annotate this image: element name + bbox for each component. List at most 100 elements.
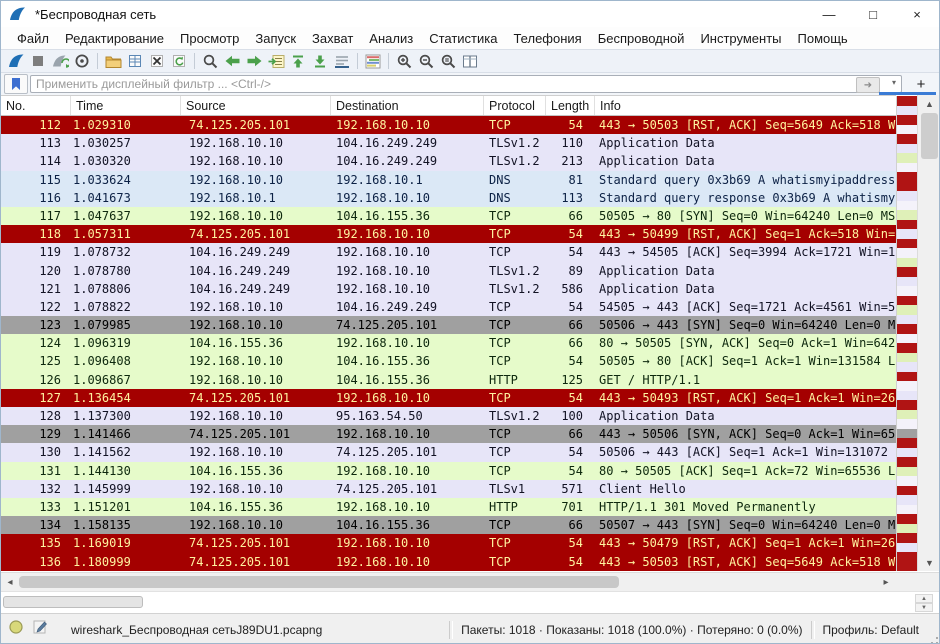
horizontal-scrollbar[interactable]: ◂ ▸	[1, 572, 940, 591]
packet-row[interactable]: 1251.096408192.168.10.10104.16.155.36TCP…	[1, 352, 896, 370]
filter-bookmark-icon[interactable]	[4, 74, 28, 94]
packet-row[interactable]: 1281.137300192.168.10.1095.163.54.50TLSv…	[1, 407, 896, 425]
cell-destination: 192.168.10.10	[331, 262, 484, 280]
packet-row[interactable]: 1211.078806104.16.249.249192.168.10.10TL…	[1, 280, 896, 298]
vertical-scrollbar-thumb[interactable]	[921, 113, 938, 159]
packet-row[interactable]: 1131.030257192.168.10.10104.16.249.249TL…	[1, 134, 896, 152]
packet-row[interactable]: 1221.078822192.168.10.10104.16.249.249TC…	[1, 298, 896, 316]
menu-item[interactable]: Беспроводной	[590, 29, 693, 48]
go-bottom-icon[interactable]	[309, 51, 331, 71]
menu-item[interactable]: Просмотр	[172, 29, 247, 48]
packet-row[interactable]: 1201.078780104.16.249.249192.168.10.10TL…	[1, 262, 896, 280]
cell-source: 192.168.10.10	[181, 207, 331, 225]
capture-options-icon[interactable]	[71, 51, 93, 71]
zoom-out-icon[interactable]	[415, 51, 437, 71]
packet-row[interactable]: 1351.16901974.125.205.101192.168.10.10TC…	[1, 534, 896, 552]
save-file-icon[interactable]	[124, 51, 146, 71]
go-back-icon[interactable]	[221, 51, 243, 71]
filter-dropdown-caret-icon[interactable]: ▾	[892, 78, 896, 87]
spinner-up-icon[interactable]: ▲	[915, 594, 933, 603]
cell-protocol: TCP	[484, 534, 546, 552]
reload-file-icon[interactable]	[168, 51, 190, 71]
packet-row[interactable]: 1271.13645474.125.205.101192.168.10.10TC…	[1, 389, 896, 407]
apply-filter-button[interactable]: ➜	[856, 77, 880, 93]
packet-row[interactable]: 1161.041673192.168.10.1192.168.10.10DNS1…	[1, 189, 896, 207]
menu-item[interactable]: Файл	[9, 29, 57, 48]
zoom-original-icon[interactable]	[437, 51, 459, 71]
open-file-icon[interactable]	[102, 51, 124, 71]
column-header[interactable]: Source	[181, 96, 331, 115]
scroll-left-icon[interactable]: ◂	[3, 575, 17, 589]
colorize-packets-icon[interactable]	[362, 51, 384, 71]
minimap-stripe	[897, 533, 917, 543]
restart-capture-icon[interactable]	[49, 51, 71, 71]
menu-item[interactable]: Анализ	[361, 29, 421, 48]
menu-item[interactable]: Инструменты	[692, 29, 789, 48]
packet-row[interactable]: 1151.033624192.168.10.10192.168.10.1DNS8…	[1, 171, 896, 189]
scroll-up-icon[interactable]: ▲	[918, 95, 940, 112]
menu-item[interactable]: Захват	[304, 29, 361, 48]
packet-row[interactable]: 1121.02931074.125.205.101192.168.10.10TC…	[1, 116, 896, 134]
menu-item[interactable]: Телефония	[505, 29, 589, 48]
capture-comment-icon[interactable]	[33, 620, 47, 639]
packet-row[interactable]: 1141.030320192.168.10.10104.16.249.249TL…	[1, 152, 896, 170]
menu-item[interactable]: Запуск	[247, 29, 304, 48]
cell-protocol: DNS	[484, 171, 546, 189]
wireshark-fin-start-icon[interactable]	[5, 51, 27, 71]
go-forward-icon[interactable]	[243, 51, 265, 71]
add-filter-button[interactable]: +	[912, 76, 930, 93]
spinner-down-icon[interactable]: ▼	[915, 603, 933, 612]
expert-info-icon[interactable]	[9, 620, 23, 639]
scroll-right-icon[interactable]: ▸	[879, 575, 893, 589]
cell-source: 192.168.10.10	[181, 443, 331, 461]
auto-scroll-icon[interactable]	[331, 51, 353, 71]
close-file-icon[interactable]	[146, 51, 168, 71]
packet-row[interactable]: 1311.144130104.16.155.36192.168.10.10TCP…	[1, 462, 896, 480]
column-header[interactable]: Time	[71, 96, 181, 115]
packet-row[interactable]: 1191.078732104.16.249.249192.168.10.10TC…	[1, 243, 896, 261]
profile-label[interactable]: Профиль: Default	[823, 623, 920, 637]
packet-row[interactable]: 1171.047637192.168.10.10104.16.155.36TCP…	[1, 207, 896, 225]
close-button[interactable]: ×	[895, 1, 939, 27]
column-header[interactable]: Info	[595, 96, 896, 115]
maximize-button[interactable]: □	[851, 1, 895, 27]
packet-row[interactable]: 1181.05731174.125.205.101192.168.10.10TC…	[1, 225, 896, 243]
cell-destination: 192.168.10.1	[331, 171, 484, 189]
packet-row[interactable]: 1331.151201104.16.155.36192.168.10.10HTT…	[1, 498, 896, 516]
packet-row[interactable]: 1361.18099974.125.205.101192.168.10.10TC…	[1, 553, 896, 571]
packet-row[interactable]: 1301.141562192.168.10.1074.125.205.101TC…	[1, 443, 896, 461]
menu-item[interactable]: Помощь	[790, 29, 856, 48]
packet-row[interactable]: 1321.145999192.168.10.1074.125.205.101TL…	[1, 480, 896, 498]
column-header[interactable]: Destination	[331, 96, 484, 115]
column-header[interactable]: No.	[1, 96, 71, 115]
display-filter-input[interactable]	[30, 75, 902, 93]
stop-capture-icon[interactable]	[27, 51, 49, 71]
packet-minimap[interactable]	[896, 96, 917, 571]
column-header[interactable]: Length	[546, 96, 595, 115]
cell-length: 54	[546, 553, 595, 571]
packet-row[interactable]: 1341.158135192.168.10.10104.16.155.36TCP…	[1, 516, 896, 534]
cell-no: 112	[1, 116, 71, 134]
resize-columns-icon[interactable]	[459, 51, 481, 71]
cell-source: 74.125.205.101	[181, 553, 331, 571]
packet-row[interactable]: 1261.096867192.168.10.10104.16.155.36HTT…	[1, 371, 896, 389]
cell-length: 110	[546, 134, 595, 152]
menu-item[interactable]: Редактирование	[57, 29, 172, 48]
find-packet-icon[interactable]	[199, 51, 221, 71]
menu-item[interactable]: Статистика	[421, 29, 505, 48]
scroll-down-icon[interactable]: ▼	[918, 554, 940, 571]
horizontal-scrollbar-thumb[interactable]	[19, 576, 619, 588]
column-header[interactable]: Protocol	[484, 96, 546, 115]
zoom-in-icon[interactable]	[393, 51, 415, 71]
cell-time: 1.180999	[71, 553, 181, 571]
resize-grip[interactable]	[925, 631, 939, 644]
minimize-button[interactable]: —	[807, 1, 851, 27]
packet-row[interactable]: 1241.096319104.16.155.36192.168.10.10TCP…	[1, 334, 896, 352]
cell-no: 133	[1, 498, 71, 516]
go-top-icon[interactable]	[287, 51, 309, 71]
vertical-scrollbar[interactable]: ▲ ▼	[917, 95, 940, 571]
go-to-packet-icon[interactable]	[265, 51, 287, 71]
packet-row[interactable]: 1231.079985192.168.10.1074.125.205.101TC…	[1, 316, 896, 334]
secondary-scrollbar-thumb[interactable]	[3, 596, 143, 608]
packet-row[interactable]: 1291.14146674.125.205.101192.168.10.10TC…	[1, 425, 896, 443]
